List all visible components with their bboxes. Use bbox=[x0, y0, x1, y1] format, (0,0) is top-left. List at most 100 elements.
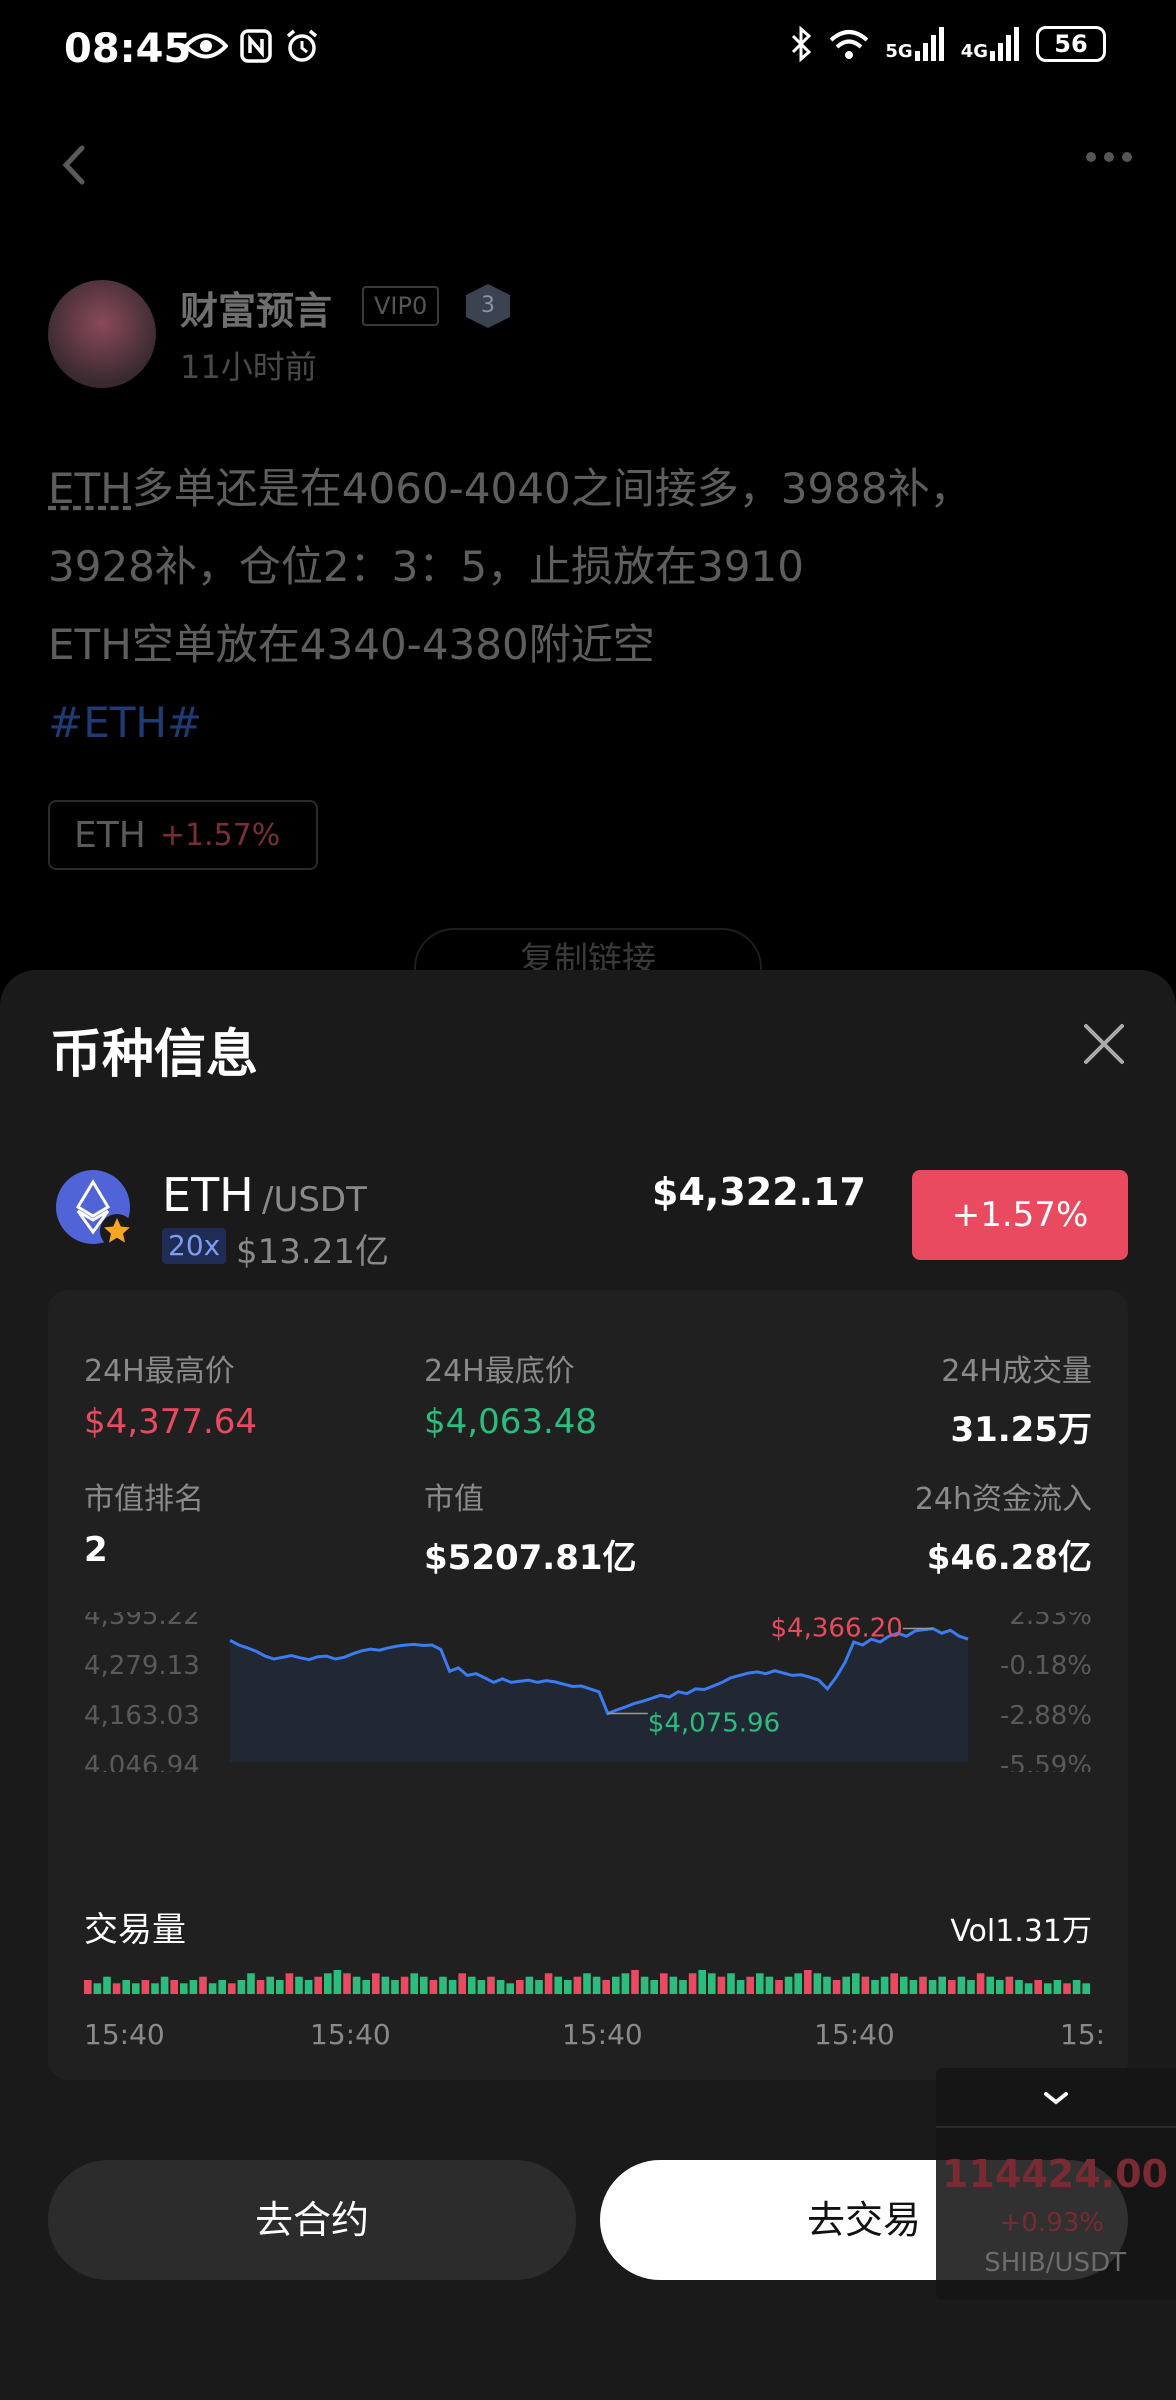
ticker-price: 114424.00 bbox=[942, 2152, 1168, 2196]
network-label-2: 4G bbox=[960, 41, 988, 62]
signal-icon bbox=[990, 27, 1019, 61]
stat-rank: 市值排名 2 bbox=[84, 1474, 204, 1570]
volume-bar bbox=[660, 1973, 668, 1994]
volume-bar bbox=[1024, 1983, 1033, 1994]
volume-bar bbox=[1072, 1980, 1081, 1994]
stat-mcap-label: 市值 bbox=[424, 1482, 484, 1517]
stat-high-label: 24H最高价 bbox=[84, 1354, 235, 1389]
volume-bar bbox=[141, 1980, 150, 1994]
volume-bar bbox=[928, 1980, 937, 1994]
stat-volume: 24H成交量 31.25万 bbox=[941, 1346, 1092, 1451]
volume-bar bbox=[813, 1973, 822, 1994]
wifi-icon bbox=[830, 30, 869, 59]
stat-mcap: 市值 $5207.81亿 bbox=[424, 1474, 637, 1579]
volume-bar bbox=[688, 1973, 697, 1994]
coin-chip[interactable]: ETH +1.57% bbox=[48, 800, 318, 870]
volume-bar bbox=[276, 1980, 284, 1994]
volume-title: 交易量 bbox=[84, 1910, 186, 1950]
volume-bar bbox=[208, 1983, 217, 1994]
volume-bar bbox=[583, 1973, 591, 1994]
x-tick-label: 15:40 bbox=[814, 2018, 895, 2051]
change-pill[interactable]: +1.57% bbox=[912, 1170, 1128, 1260]
volume-bar bbox=[256, 1980, 265, 1994]
post-line-3: ETH空单放在4340-4380附近空 bbox=[48, 620, 655, 669]
volume-bar bbox=[554, 1976, 562, 1994]
post-background: 财富预言 VIP0 3 11小时前 ETH多单还是在4060-4040之间接多，… bbox=[0, 100, 1176, 988]
post-line-1: ETH多单还是在4060-4040之间接多，3988补， bbox=[48, 450, 1128, 528]
coin-market-cap: $13.21亿 bbox=[236, 1232, 389, 1272]
volume-bar bbox=[151, 1983, 159, 1994]
volume-bar bbox=[1015, 1980, 1023, 1994]
volume-bar bbox=[852, 1973, 860, 1994]
volume-bar bbox=[122, 1980, 130, 1994]
volume-bar bbox=[199, 1976, 207, 1994]
coin-price: $4,322.17 bbox=[652, 1170, 866, 1214]
close-icon[interactable] bbox=[1082, 1022, 1126, 1066]
volume-bar bbox=[516, 1980, 524, 1994]
volume-bar bbox=[919, 1976, 927, 1994]
volume-bar bbox=[132, 1983, 140, 1994]
volume-bar bbox=[391, 1980, 399, 1994]
volume-bar bbox=[871, 1980, 879, 1994]
volume-total: Vol1.31万 bbox=[950, 1914, 1092, 1949]
volume-bar bbox=[429, 1980, 438, 1994]
volume-bar bbox=[890, 1973, 898, 1994]
volume-bar bbox=[343, 1973, 351, 1994]
level-badge: 3 bbox=[466, 284, 510, 328]
stats-card: 24H最高价 $4,377.64 24H最底价 $4,063.48 24H成交量… bbox=[48, 1290, 1128, 2080]
back-icon[interactable] bbox=[50, 140, 100, 190]
volume-chart[interactable]: 15:40 15:40 15:40 15:40 15: bbox=[48, 1962, 1128, 2072]
coin-chip-symbol: ETH bbox=[74, 814, 146, 856]
stat-volume-label: 24H成交量 bbox=[941, 1354, 1092, 1389]
favorite-star-icon[interactable] bbox=[100, 1214, 134, 1248]
stat-low-label: 24H最底价 bbox=[424, 1354, 575, 1389]
volume-bar bbox=[468, 1976, 476, 1994]
status-icons-left bbox=[184, 28, 320, 64]
vip-badge: VIP0 bbox=[362, 286, 440, 326]
ticker-pair: SHIB/USDT bbox=[984, 2248, 1126, 2278]
volume-bar bbox=[477, 1980, 486, 1994]
volume-bar bbox=[189, 1980, 198, 1994]
volume-bar bbox=[842, 1976, 850, 1994]
volume-bar bbox=[247, 1973, 255, 1994]
volume-bar bbox=[448, 1980, 457, 1994]
volume-bar bbox=[986, 1976, 994, 1994]
volume-bar bbox=[103, 1976, 111, 1994]
volume-bar bbox=[84, 1980, 92, 1994]
volume-bar bbox=[938, 1976, 946, 1994]
contract-button[interactable]: 去合约 bbox=[48, 2160, 576, 2280]
volume-bar bbox=[420, 1976, 428, 1994]
volume-bar bbox=[996, 1980, 1004, 1994]
post-line-1-text: 多单还是在4060-4040之间接多，3988补， bbox=[131, 464, 972, 513]
volume-bar bbox=[381, 1976, 390, 1994]
volume-bar bbox=[1044, 1983, 1052, 1994]
volume-bar bbox=[784, 1976, 793, 1994]
stat-rank-label: 市值排名 bbox=[84, 1482, 204, 1517]
post-line-2: 3928补，仓位2：3：5，止损放在3910 bbox=[48, 542, 804, 591]
price-chart[interactable]: 4,395.22 4,279.13 4,163.03 4,046.94 2.53% -0.… bbox=[48, 1612, 1128, 1772]
leverage-badge: 20x bbox=[162, 1228, 227, 1264]
ticker-collapse[interactable] bbox=[936, 2068, 1176, 2128]
volume-bar bbox=[957, 1976, 966, 1994]
volume-bar bbox=[266, 1976, 274, 1994]
chevron-down-icon[interactable] bbox=[936, 2068, 1176, 2128]
coin-pair: /USDT bbox=[262, 1180, 367, 1220]
author-name[interactable]: 财富预言 bbox=[180, 280, 332, 335]
volume-bar bbox=[909, 1980, 918, 1994]
volume-bar bbox=[736, 1980, 745, 1994]
volume-bar bbox=[506, 1983, 514, 1994]
volume-bar bbox=[727, 1973, 735, 1994]
more-icon[interactable] bbox=[1086, 152, 1132, 162]
post-eth-link[interactable]: ETH bbox=[48, 464, 132, 513]
volume-bar bbox=[544, 1973, 553, 1994]
volume-bar bbox=[352, 1976, 361, 1994]
sheet-title: 币种信息 bbox=[50, 1025, 259, 1085]
y-tick-right: -2.88% bbox=[1000, 1701, 1092, 1731]
avatar[interactable] bbox=[48, 280, 156, 388]
volume-bar bbox=[621, 1973, 630, 1994]
volume-bar bbox=[439, 1976, 447, 1994]
floating-ticker[interactable]: 114424.00 +0.93% SHIB/USDT bbox=[936, 2068, 1176, 2300]
stat-high-value: $4,377.64 bbox=[84, 1402, 258, 1442]
post-hashtag[interactable]: #ETH# bbox=[48, 684, 1128, 762]
x-tick-label: 15:40 bbox=[84, 2018, 165, 2051]
